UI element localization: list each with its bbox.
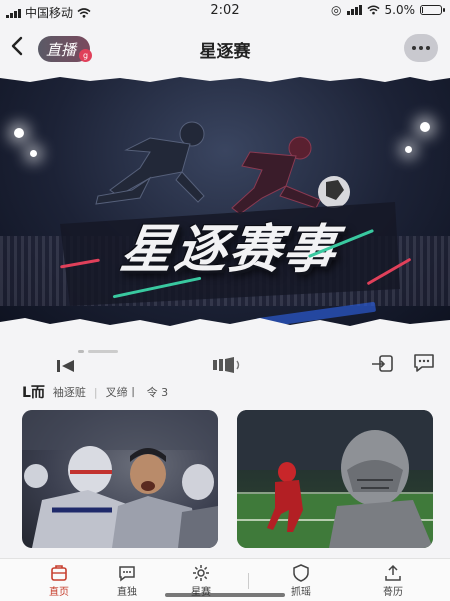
- battery-level: [422, 7, 423, 13]
- tab-label: 直页: [49, 587, 69, 598]
- rewind-icon[interactable]: [56, 358, 76, 379]
- tag-item[interactable]: 袖逐赃: [53, 384, 86, 400]
- battery-icon: [420, 5, 445, 15]
- tag-separator: |: [93, 385, 98, 399]
- more-dots-icon: [412, 46, 416, 50]
- shield-icon: [293, 564, 309, 582]
- players-thumbnail: [22, 410, 218, 548]
- status-right-group: ◎ 5.0%: [331, 3, 445, 17]
- handle-indicator: [88, 350, 118, 353]
- video-card[interactable]: [237, 410, 433, 548]
- alarm-icon: ◎: [331, 3, 342, 17]
- more-button[interactable]: [404, 34, 438, 62]
- status-bar: 中国移动 2:02 ◎ 5.0%: [0, 0, 450, 22]
- tab-label: 蓇历: [383, 587, 403, 598]
- handle-indicator: [78, 350, 84, 353]
- nav-header: 直播 g 星逐赛: [0, 22, 450, 74]
- home-icon: [51, 565, 67, 581]
- speaker-icon[interactable]: [212, 356, 242, 379]
- tab-messages[interactable]: 直独: [92, 563, 162, 598]
- home-indicator: [165, 593, 285, 597]
- upload-icon: [385, 564, 401, 581]
- field-thumbnail: [237, 410, 433, 548]
- tag-item[interactable]: 叉缔丨: [106, 384, 139, 400]
- tab-divider: [248, 573, 249, 589]
- tab-label: 抓瑶: [291, 587, 311, 598]
- message-icon: [119, 566, 135, 582]
- video-card[interactable]: [22, 410, 218, 548]
- gear-icon: [193, 565, 209, 581]
- comment-icon[interactable]: [412, 352, 436, 379]
- tag-lead: L而: [22, 385, 45, 401]
- tab-home[interactable]: 直页: [24, 563, 94, 598]
- wifi-icon-right: [366, 5, 380, 15]
- tag-row: L而 袖逐赃 | 叉缔丨 令 3: [22, 382, 168, 402]
- battery-percent: 5.0%: [384, 3, 416, 17]
- tag-item[interactable]: 令 3: [147, 384, 169, 400]
- tab-history[interactable]: 蓇历: [358, 563, 428, 598]
- cellular-icon: [346, 5, 362, 15]
- action-row: [0, 340, 450, 380]
- event-banner[interactable]: 星逐赛事: [0, 74, 450, 330]
- page-title: 星逐赛: [199, 42, 251, 62]
- share-icon[interactable]: [370, 354, 396, 379]
- player-silhouettes: [60, 121, 400, 306]
- tab-label: 直独: [117, 587, 137, 598]
- torn-edge-bottom: [0, 318, 450, 330]
